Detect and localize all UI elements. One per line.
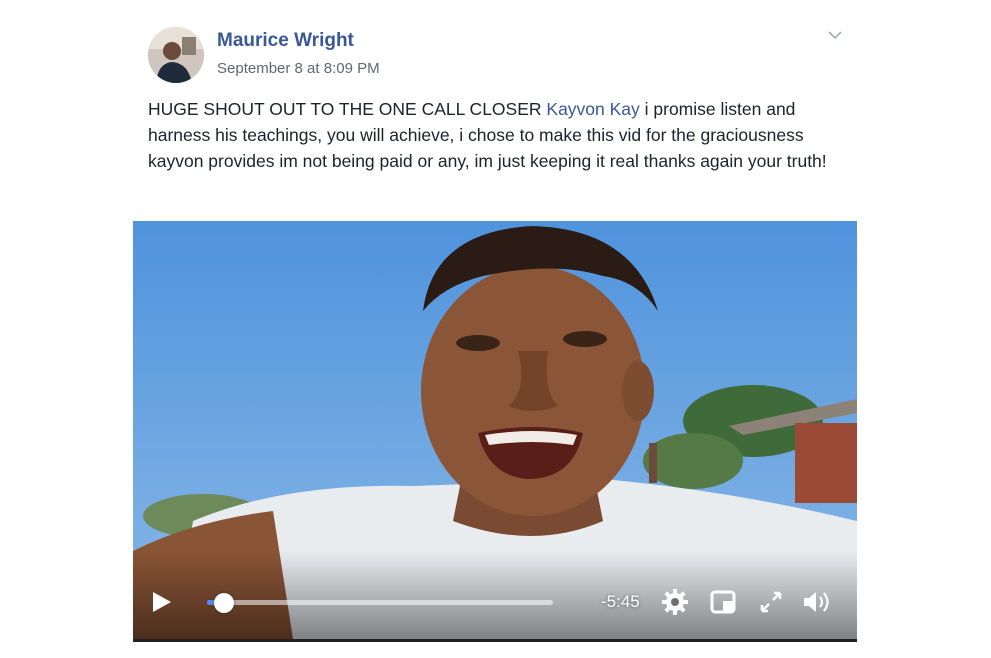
post-text: HUGE SHOUT OUT TO THE ONE CALL CLOSER Ka… (148, 96, 838, 174)
progress-bar[interactable] (207, 600, 553, 605)
post-timestamp[interactable]: September 8 at 8:09 PM (217, 60, 380, 77)
video-player[interactable]: -5:45 (133, 221, 857, 639)
play-icon[interactable] (151, 590, 173, 614)
video-bottom-border (133, 639, 857, 642)
picture-in-picture-icon[interactable] (709, 588, 737, 616)
fullscreen-icon[interactable] (757, 588, 785, 616)
post-text-start: HUGE SHOUT OUT TO THE ONE CALL CLOSER (148, 99, 547, 119)
facebook-post: Maurice Wright September 8 at 8:09 PM HU… (0, 0, 991, 658)
mention-link[interactable]: Kayvon Kay (546, 99, 639, 119)
author-avatar[interactable] (148, 27, 204, 83)
volume-icon[interactable] (801, 588, 835, 616)
progress-handle[interactable] (214, 593, 235, 613)
author-name[interactable]: Maurice Wright (217, 30, 354, 52)
time-remaining: -5:45 (601, 592, 640, 611)
gear-icon[interactable] (661, 588, 689, 616)
chevron-down-icon[interactable] (826, 28, 844, 42)
video-controls: -5:45 (133, 573, 857, 639)
